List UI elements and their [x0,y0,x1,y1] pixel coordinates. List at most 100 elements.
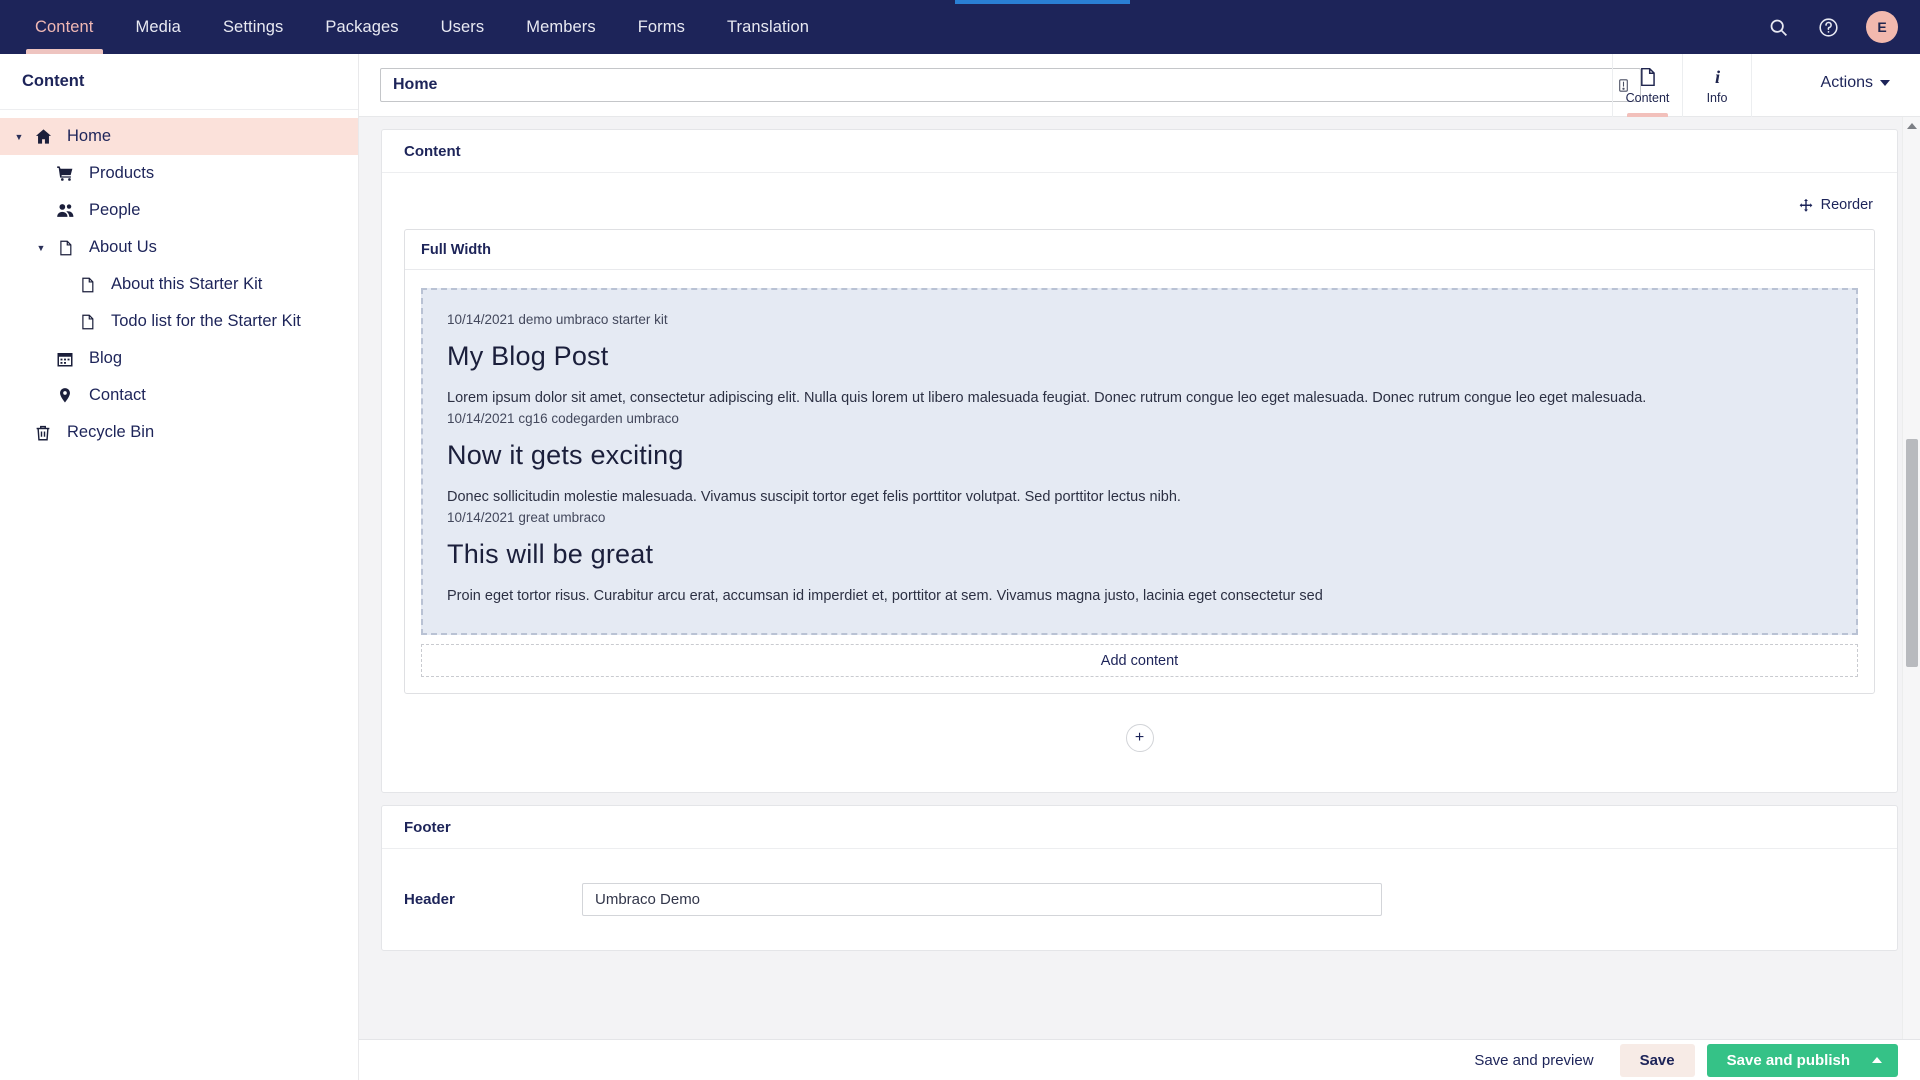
tree-item-about-this-starter-kit[interactable]: ▸ About this Starter Kit [0,266,358,303]
top-nav-items: Content Media Settings Packages Users Me… [0,0,830,54]
scroll-up-icon[interactable] [1907,123,1917,129]
tab-label: Content [1625,91,1670,105]
move-icon [1799,198,1812,212]
nav-item-label: Media [135,17,181,36]
tree-item-todo-list-for-the-starter-kit[interactable]: ▸ Todo list for the Starter Kit [0,303,358,340]
nav-item-label: Packages [325,17,399,36]
actions-label: Actions [1820,74,1873,91]
block-group-full-width: Full Width 10/14/2021 demo umbraco start… [404,229,1875,695]
block-heading: My Blog Post [447,341,609,371]
node-name-input[interactable] [380,68,1641,102]
content-tree: ▼ Home ▸ Products ▸ People ▼ Abou [0,110,358,451]
nav-item-users[interactable]: Users [420,0,506,54]
content-group-panel: Content Reorder Full Width 10/14/2021 de… [381,129,1898,794]
nav-item-packages[interactable]: Packages [304,0,419,54]
cart-icon [52,164,78,184]
reorder-label: Reorder [1820,197,1873,213]
top-nav-actions: E [1766,0,1898,54]
block-editor-item[interactable]: 10/14/2021 demo umbraco starter kit My B… [421,288,1858,636]
tree-spacer: ▸ [30,168,52,179]
block-body: Lorem ipsum dolor sit amet, consectetur … [447,390,1647,406]
tree-item-products[interactable]: ▸ Products [0,155,358,192]
footer-group-title: Footer [382,806,1897,850]
nav-item-content[interactable]: Content [14,0,115,54]
block-group-body: 10/14/2021 demo umbraco starter kit My B… [405,270,1874,693]
content-group-title: Content [382,130,1897,173]
nav-item-label: Settings [222,17,284,36]
vertical-scrollbar[interactable] [1902,117,1920,1039]
tree-item-home[interactable]: ▼ Home [0,118,358,155]
nav-item-translation[interactable]: Translation [706,0,830,54]
help-circle-icon[interactable] [1816,15,1840,39]
block-heading: This will be great [447,539,654,570]
tree-item-label: Todo list for the Starter Kit [111,312,301,330]
block-meta: 10/14/2021 demo umbraco starter kit [447,312,668,327]
avatar-initial: E [1877,19,1887,35]
header-field[interactable] [582,883,1382,917]
tree-panel-title: Content [0,54,358,110]
avatar[interactable]: E [1866,11,1898,43]
main-content-area: Content Reorder Full Width 10/14/2021 de… [359,117,1920,1039]
app-tabs: Content i Info [1612,54,1752,117]
plus-icon[interactable]: + [1125,724,1154,753]
save-and-publish-label: Save and publish [1726,1051,1850,1069]
tree-spacer: ▸ [52,316,74,327]
nav-item-forms[interactable]: Forms [617,0,706,54]
chevron-down-icon[interactable]: ▼ [30,243,52,253]
nav-item-label: Content [35,17,94,36]
home-icon [30,127,56,147]
tree-spacer: ▸ [30,353,52,364]
top-navigation-bar: Content Media Settings Packages Users Me… [0,0,1920,54]
block-heading: Now it gets exciting [447,440,684,471]
trash-icon [30,423,56,443]
footer-group-panel: Footer Header [381,805,1898,952]
loading-progress-bar [955,0,1130,4]
save-button[interactable]: Save [1619,1043,1695,1077]
tree-item-about-us[interactable]: ▼ About Us [0,229,358,266]
tree-item-label: Products [89,164,155,182]
save-and-publish-button[interactable]: Save and publish [1706,1043,1898,1077]
tab-info[interactable]: i Info [1682,54,1752,117]
reorder-button[interactable]: Reorder [404,191,1875,229]
property-row-header: Header [404,867,1875,940]
tree-item-label: About this Starter Kit [111,275,263,293]
chevron-up-icon[interactable] [1872,1057,1882,1063]
tree-spacer: ▸ [52,279,74,290]
map-pin-icon [52,386,78,406]
tree-item-people[interactable]: ▸ People [0,192,358,229]
nav-item-members[interactable]: Members [505,0,616,54]
scrollbar-thumb[interactable] [1906,439,1918,667]
tab-label: Info [1706,91,1728,105]
tree-item-label: Recycle Bin [67,423,155,441]
property-label: Header [404,891,455,909]
actions-button[interactable]: Actions [1821,74,1890,92]
content-group-body: Reorder Full Width 10/14/2021 demo umbra… [382,173,1897,792]
tree-item-label: People [89,201,141,219]
tree-item-label: About Us [89,238,157,256]
add-content-button[interactable]: Add content [421,644,1858,678]
document-icon [74,275,100,295]
block-group-title: Full Width [405,230,1874,270]
nav-item-label: Users [440,17,485,36]
people-icon [52,201,78,221]
tree-spacer: ▸ [30,390,52,401]
block-meta: 10/14/2021 cg16 codegarden umbraco [447,411,679,427]
add-block-row: + [404,694,1875,766]
tree-item-contact[interactable]: ▸ Contact [0,377,358,414]
document-icon [74,312,100,332]
block-body: Proin eget tortor risus. Curabitur arcu … [447,588,1323,605]
footer-group-body: Header [382,849,1897,950]
save-and-preview-button[interactable]: Save and preview [1460,1052,1607,1069]
block-meta: 10/14/2021 great umbraco [447,510,606,526]
tree-item-blog[interactable]: ▸ Blog [0,340,358,377]
tree-item-label: Home [67,127,112,145]
tab-content[interactable]: Content [1612,54,1682,117]
tree-item-label: Contact [89,386,146,404]
tree-spacer: ▸ [30,205,52,216]
bottom-action-bar: Save and preview Save Save and publish [359,1039,1920,1080]
nav-item-settings[interactable]: Settings [202,0,304,54]
search-icon[interactable] [1766,15,1790,39]
nav-item-media[interactable]: Media [115,0,202,54]
tree-item-recycle-bin[interactable]: ▸ Recycle Bin [0,414,358,451]
chevron-down-icon[interactable]: ▼ [8,132,30,142]
